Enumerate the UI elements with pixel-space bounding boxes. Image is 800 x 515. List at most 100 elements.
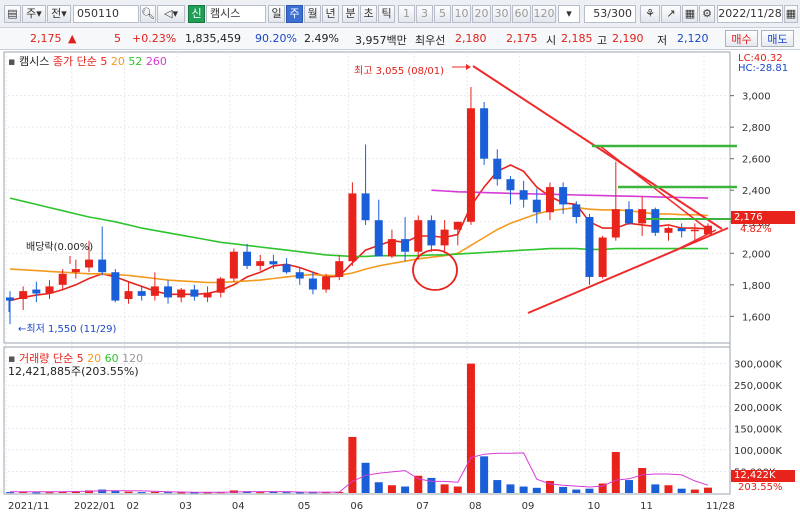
volume-bar <box>256 492 265 494</box>
volume-last-tag: 12,422K <box>731 470 795 482</box>
interval-custom-select[interactable]: ▾ <box>558 5 580 23</box>
x-tick-label: 04 <box>232 501 245 512</box>
candle-body <box>677 228 686 232</box>
volume-bar <box>559 486 568 493</box>
chart-tools-icon[interactable]: ⚘ <box>640 5 660 23</box>
search-icon[interactable]: 🔍︎ <box>140 5 156 23</box>
volume-bar <box>124 491 133 493</box>
volume-bar <box>427 477 436 493</box>
interval-120[interactable]: 120 <box>532 5 556 23</box>
prev-select[interactable]: 전▾ <box>47 5 71 23</box>
interval-1[interactable]: 1 <box>398 5 415 23</box>
hc-value: HC:-28.81 <box>738 63 789 74</box>
legend-ma-label: 종가 단순 <box>52 55 97 68</box>
annotation-dividend: 배당락(0.00%) <box>26 242 94 253</box>
candle-body <box>335 261 344 277</box>
code-input[interactable]: 050110 <box>73 5 139 23</box>
annotation-low: ←최저 1,550 (11/29) <box>18 324 117 335</box>
volume-tick-label: 300,000K <box>734 360 782 371</box>
candle-body <box>532 199 541 213</box>
quote-bar: 2,175 ▲ 5 +0.23% 1,835,459 90.20% 2.49% … <box>0 28 800 50</box>
interval-3[interactable]: 3 <box>416 5 433 23</box>
best-bid: 2,175 <box>506 32 538 45</box>
page-count[interactable]: 53/300 <box>584 5 636 23</box>
volume-bar <box>519 486 528 493</box>
last-pct-tag: 4.82% <box>740 224 772 235</box>
candle-body <box>45 286 54 294</box>
volume-bar <box>677 488 686 493</box>
candle-body <box>203 292 212 298</box>
volume-last-value: 12,421,885주(203.55%) <box>8 365 139 378</box>
candle-body <box>506 179 515 191</box>
candle-body <box>427 220 436 246</box>
candle-body <box>190 289 199 297</box>
legend-ma260: 260 <box>145 55 167 68</box>
period-month[interactable]: 월 <box>304 5 321 23</box>
stock-name-field[interactable]: 캠시스 <box>206 5 266 23</box>
trade-volume: 1,835,459 <box>185 32 241 45</box>
interval-10[interactable]: 10 <box>452 5 471 23</box>
x-tick-label: 03 <box>179 501 192 512</box>
sell-button[interactable]: 매도 <box>761 30 794 47</box>
volume-bar <box>150 491 159 493</box>
x-tick-label: 02 <box>127 501 140 512</box>
candle-body <box>19 291 28 300</box>
x-tick-label: 11/28 <box>706 501 735 512</box>
volume-bar <box>453 486 462 493</box>
toolbar: ▤ 주▾ 전▾ 050110 🔍︎ ◁▾ 신 캠시스 일 주 월 년 분 초 틱… <box>0 0 800 28</box>
interval-5[interactable]: 5 <box>434 5 451 23</box>
interval-60[interactable]: 60 <box>512 5 531 23</box>
period-week[interactable]: 주 <box>286 5 303 23</box>
market-select[interactable]: 주▾ <box>22 5 46 23</box>
grid-icon[interactable]: ▦ <box>682 5 698 23</box>
x-tick-label: 09 <box>522 501 535 512</box>
price-change: 5 <box>114 32 121 45</box>
candle-body <box>111 272 120 301</box>
candle-body <box>216 278 225 293</box>
price-tick-label: 2,800 <box>742 123 771 134</box>
volume-bar <box>387 485 396 493</box>
menu-icon[interactable]: ▤ <box>4 5 21 23</box>
date-field[interactable]: 2022/11/28 <box>717 5 783 23</box>
speaker-icon[interactable]: ◁▾ <box>157 5 185 23</box>
candle-body <box>374 220 383 257</box>
candle-body <box>480 108 489 159</box>
prev-label: 전 <box>51 7 62 20</box>
candle-body <box>453 221 462 230</box>
candle-body <box>124 291 133 300</box>
candle-body <box>295 272 304 279</box>
period-tick[interactable]: 틱 <box>378 5 395 23</box>
period-year[interactable]: 년 <box>322 5 339 23</box>
volume-bar <box>164 492 173 494</box>
gear-icon[interactable]: ⚙ <box>699 5 715 23</box>
annotation-high: 최고 3,055 (08/01) <box>354 66 445 77</box>
candle-body <box>256 261 265 266</box>
x-tick-label: 2021/11 <box>8 501 50 512</box>
turnover-ratio: 2.49% <box>304 32 339 45</box>
period-minute[interactable]: 분 <box>342 5 359 23</box>
x-tick-label: 2022/01 <box>74 501 116 512</box>
x-tick-label: 07 <box>416 501 429 512</box>
best-quote-label: 최우선 <box>415 34 446 47</box>
candle-body <box>71 269 80 273</box>
legend-ma20: 20 <box>110 55 125 68</box>
candle-body <box>664 228 673 233</box>
candle-body <box>308 278 317 290</box>
calendar-icon[interactable]: ▦ <box>784 5 798 23</box>
candle-body <box>585 217 594 277</box>
chart-compare-icon[interactable]: ↗ <box>661 5 681 23</box>
candle-body <box>624 209 633 224</box>
market-label: 주 <box>26 7 37 20</box>
period-second[interactable]: 초 <box>360 5 377 23</box>
volume-bar <box>480 456 489 493</box>
legend-ma52: 52 <box>128 55 143 68</box>
period-day[interactable]: 일 <box>268 5 285 23</box>
interval-20[interactable]: 20 <box>472 5 491 23</box>
volume-bar <box>611 452 620 493</box>
buy-button[interactable]: 매수 <box>725 30 758 47</box>
volume-bar <box>638 467 647 493</box>
volume-bar <box>506 484 515 493</box>
interval-30[interactable]: 30 <box>492 5 511 23</box>
stock-chart[interactable]: 1,6001,8002,0002,2002,4002,6002,8003,000… <box>0 50 800 515</box>
price-tick-label: 3,000 <box>742 92 771 103</box>
